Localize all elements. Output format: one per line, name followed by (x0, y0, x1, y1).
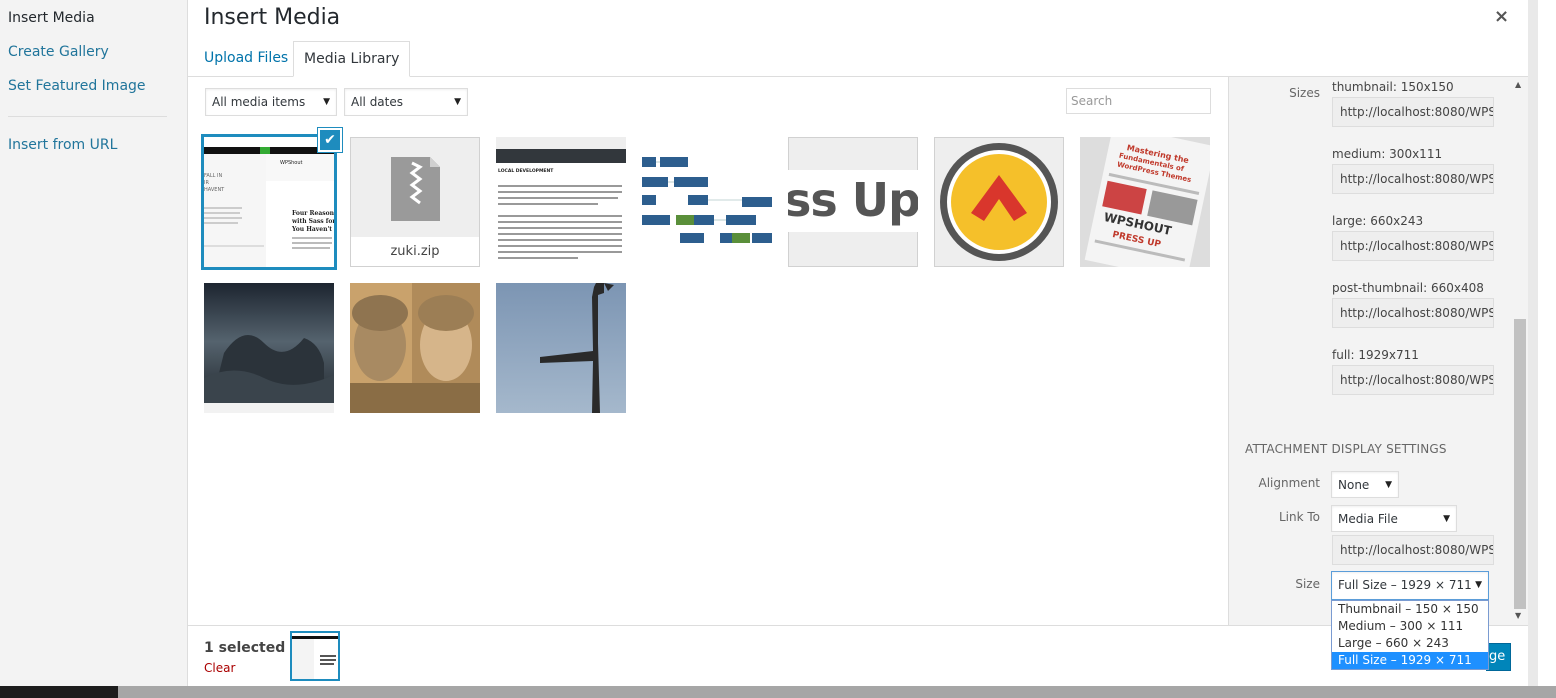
attachment-filename: zuki.zip (351, 237, 479, 266)
checkmark-icon[interactable]: ✔ (318, 128, 342, 152)
size-label: Size (1295, 577, 1320, 591)
menu-item-create-gallery[interactable]: Create Gallery (8, 44, 109, 60)
svg-text:IR: IR (204, 180, 209, 186)
attachment-preview (350, 283, 480, 413)
zip-file-icon (391, 157, 440, 221)
tab-media-library[interactable]: Media Library (293, 41, 411, 77)
size-name: large: 660x243 (1332, 214, 1424, 228)
insert-button-label: ge (1489, 649, 1506, 664)
size-url-field[interactable]: http://localhost:8080/WPS (1332, 231, 1494, 261)
modal-title: Insert Media (204, 5, 341, 30)
modal-shadow (1528, 0, 1538, 686)
attachment-thumb[interactable]: WPShout FALL IN IR HAVENT Four Reason wi… (204, 137, 334, 267)
chevron-down-icon: ▼ (1475, 580, 1482, 590)
media-toolbar-footer (188, 625, 1528, 686)
menu-item-insert-from-url[interactable]: Insert from URL (8, 137, 117, 153)
attachment-preview (496, 283, 626, 413)
size-name: full: 1929x711 (1332, 348, 1419, 362)
close-icon[interactable]: × (1494, 6, 1509, 27)
size-option-selected[interactable]: Full Size – 1929 × 711 (1332, 652, 1488, 669)
selected-attachment-thumb[interactable] (292, 633, 338, 679)
attachment-preview-text: ss Up (788, 173, 918, 227)
alignment-value: None (1338, 478, 1370, 492)
size-url-field[interactable]: http://localhost:8080/WPS (1332, 298, 1494, 328)
clear-selection-link[interactable]: Clear (204, 661, 235, 675)
attachment-thumb[interactable] (642, 137, 772, 267)
link-to-select[interactable]: Media File ▼ (1331, 505, 1457, 532)
size-url-field[interactable]: http://localhost:8080/WPS (1332, 164, 1494, 194)
media-type-filter[interactable]: All media items ▼ (205, 88, 337, 116)
attachment-preview (292, 633, 338, 679)
alignment-select[interactable]: None ▼ (1331, 471, 1399, 498)
svg-text:WPShout: WPShout (280, 160, 303, 166)
size-option[interactable]: Large – 660 × 243 (1332, 635, 1488, 652)
attachment-thumb[interactable] (496, 283, 626, 413)
media-menu: Insert Media Create Gallery Set Featured… (0, 0, 188, 686)
chevron-down-icon: ▼ (1385, 480, 1392, 490)
attachment-thumb[interactable] (350, 283, 480, 413)
svg-text:LOCAL DEVELOPMENT: LOCAL DEVELOPMENT (498, 168, 554, 174)
size-option[interactable]: Thumbnail – 150 × 150 (1332, 601, 1488, 618)
svg-text:Four Reason: Four Reason (292, 210, 334, 217)
attachment-thumb[interactable] (934, 137, 1064, 267)
selection-count: 1 selected (204, 640, 286, 656)
menu-item-set-featured-image[interactable]: Set Featured Image (8, 78, 146, 94)
svg-text:FALL IN: FALL IN (204, 173, 222, 179)
sizes-label: Sizes (1289, 86, 1320, 100)
date-filter[interactable]: All dates ▼ (344, 88, 468, 116)
insert-button[interactable]: ge (1486, 643, 1511, 671)
menu-item-insert-media[interactable]: Insert Media (8, 10, 95, 26)
attachment-thumb[interactable] (204, 283, 334, 413)
size-dropdown-list: Thumbnail – 150 × 150 Medium – 300 × 111… (1331, 600, 1489, 670)
size-select[interactable]: Full Size – 1929 × 711 ▼ (1331, 571, 1489, 600)
date-filter-value: All dates (351, 95, 404, 109)
attachment-display-settings-heading: ATTACHMENT DISPLAY SETTINGS (1245, 442, 1447, 456)
size-option[interactable]: Medium – 300 × 111 (1332, 618, 1488, 635)
chevron-down-icon: ▼ (1443, 514, 1450, 524)
chevron-down-icon: ▼ (323, 97, 330, 107)
link-to-value: Media File (1338, 512, 1398, 526)
size-name: post-thumbnail: 660x408 (1332, 281, 1484, 295)
attachment-preview: WPShout FALL IN IR HAVENT Four Reason wi… (204, 137, 334, 267)
svg-text:HAVENT: HAVENT (204, 187, 225, 193)
link-url-field[interactable]: http://localhost:8080/WPS (1332, 535, 1494, 565)
attachment-thumb[interactable]: LOCAL DEVELOPMENT (496, 137, 626, 267)
attachment-preview (642, 137, 772, 267)
size-name: thumbnail: 150x150 (1332, 80, 1454, 94)
taskbar-fragment (0, 686, 118, 698)
menu-separator (8, 116, 167, 117)
link-to-label: Link To (1278, 510, 1320, 524)
attachment-preview: Mastering the Fundamentals of WordPress … (1080, 137, 1210, 267)
attachment-thumb[interactable]: Mastering the Fundamentals of WordPress … (1080, 137, 1210, 267)
media-type-filter-value: All media items (212, 95, 306, 109)
size-url-field[interactable]: http://localhost:8080/WPS (1332, 365, 1494, 395)
attachment-thumb[interactable]: zuki.zip (350, 137, 480, 267)
chevron-down-icon: ▼ (454, 97, 461, 107)
size-url-field[interactable]: http://localhost:8080/WPS (1332, 97, 1494, 127)
attachment-preview: LOCAL DEVELOPMENT (496, 137, 626, 267)
alignment-label: Alignment (1258, 476, 1320, 490)
background-strip (118, 686, 1556, 698)
sidebar-scrollbar[interactable] (1514, 319, 1526, 609)
size-name: medium: 300x111 (1332, 147, 1443, 161)
search-input[interactable] (1066, 88, 1211, 114)
attachment-preview (204, 283, 334, 413)
size-select-value: Full Size – 1929 × 711 (1338, 578, 1472, 592)
svg-text:with Sass for: with Sass for (291, 218, 334, 225)
scroll-up-icon[interactable]: ▲ (1515, 80, 1521, 89)
svg-text:You Haven't: You Haven't (291, 226, 332, 233)
logo-image (940, 143, 1058, 261)
attachment-thumb[interactable]: ss Up (788, 137, 918, 267)
tab-upload-files[interactable]: Upload Files (194, 41, 298, 77)
scroll-down-icon[interactable]: ▼ (1515, 611, 1521, 620)
